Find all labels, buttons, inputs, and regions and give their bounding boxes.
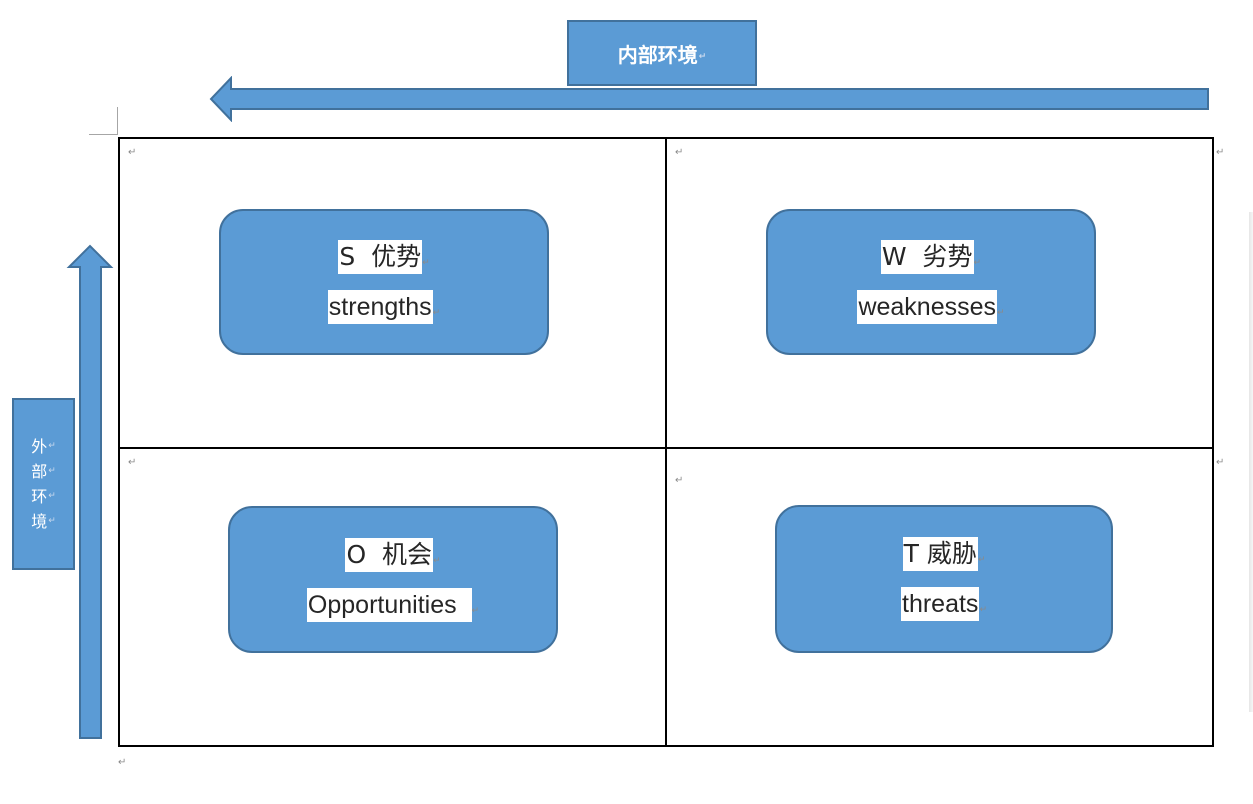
paragraph-mark-icon: ↵ (432, 308, 441, 318)
external-label-char: 境 ↵ (31, 512, 56, 531)
up-arrow-icon (66, 244, 114, 739)
quadrant-weaknesses[interactable]: W 劣势 ↵ weaknesses ↵ (766, 209, 1096, 355)
paragraph-mark-icon: ↵ (977, 555, 986, 565)
quadrant-title-line: S 优势 ↵ (338, 240, 430, 274)
quadrant-subtitle: weaknesses (857, 290, 998, 324)
quadrant-subtitle: strengths (327, 290, 433, 324)
paragraph-mark-icon: ↵ (973, 258, 982, 268)
paragraph-mark-icon: ↵ (471, 605, 480, 616)
page-corner-crop-mark (89, 107, 118, 135)
paragraph-mark-icon: ↵ (698, 51, 707, 62)
side-panel-edge (1249, 212, 1253, 712)
cell-paragraph-mark-icon: ↵ (675, 475, 684, 486)
paragraph-mark-icon: ↵ (433, 555, 441, 566)
quadrant-subtitle-line: strengths ↵ (327, 290, 441, 324)
quadrant-title: O 机会 (345, 537, 434, 572)
quadrant-subtitle-line: weaknesses ↵ (857, 290, 1005, 324)
paragraph-mark-icon: ↵ (48, 491, 56, 501)
cell-paragraph-mark-icon: ↵ (128, 147, 137, 158)
paragraph-mark-icon: ↵ (422, 258, 430, 268)
paragraph-mark-icon: ↵ (997, 308, 1005, 318)
paragraph-mark-icon: ↵ (48, 441, 56, 451)
quadrant-subtitle-line: threats ↵ (901, 587, 987, 621)
quadrant-subtitle: threats (901, 587, 980, 621)
quadrant-title: S 优势 (338, 240, 423, 274)
quadrant-strengths[interactable]: S 优势 ↵ strengths ↵ (219, 209, 549, 355)
table-column-divider (665, 137, 667, 747)
quadrant-title: T 威胁 (902, 537, 978, 571)
quadrant-title-line: O 机会 ↵ (345, 537, 441, 572)
cell-paragraph-mark-icon: ↵ (128, 457, 137, 468)
external-label-char: 环 ↵ (31, 487, 56, 506)
left-arrow-shape[interactable] (208, 76, 1212, 122)
paragraph-mark-icon: ↵ (979, 605, 987, 615)
external-label-char: 部 ↵ (31, 462, 56, 481)
table-row-divider (118, 447, 1214, 449)
left-arrow-icon (209, 76, 1209, 122)
row-end-paragraph-mark-icon: ↵ (1216, 147, 1225, 158)
quadrant-threats[interactable]: T 威胁 ↵ threats ↵ (775, 505, 1113, 653)
row-end-paragraph-mark-icon: ↵ (1216, 457, 1225, 468)
quadrant-title-line: T 威胁 ↵ (902, 537, 986, 571)
external-environment-label-box[interactable]: 外 ↵ 部 ↵ 环 ↵ 境 ↵ (12, 398, 75, 570)
external-label-char: 外 ↵ (31, 437, 56, 456)
paragraph-mark-icon: ↵ (48, 466, 56, 476)
quadrant-title: W 劣势 (880, 240, 974, 274)
end-paragraph-mark-icon: ↵ (118, 757, 127, 768)
quadrant-title-line: W 劣势 ↵ (880, 240, 982, 274)
quadrant-subtitle: Opportunities (306, 587, 472, 622)
quadrant-subtitle-line: Opportunities ↵ (306, 587, 480, 622)
cell-paragraph-mark-icon: ↵ (675, 147, 684, 158)
quadrant-opportunities[interactable]: O 机会 ↵ Opportunities ↵ (228, 506, 558, 653)
paragraph-mark-icon: ↵ (48, 516, 56, 526)
internal-environment-label: 内部环境 (617, 42, 698, 67)
